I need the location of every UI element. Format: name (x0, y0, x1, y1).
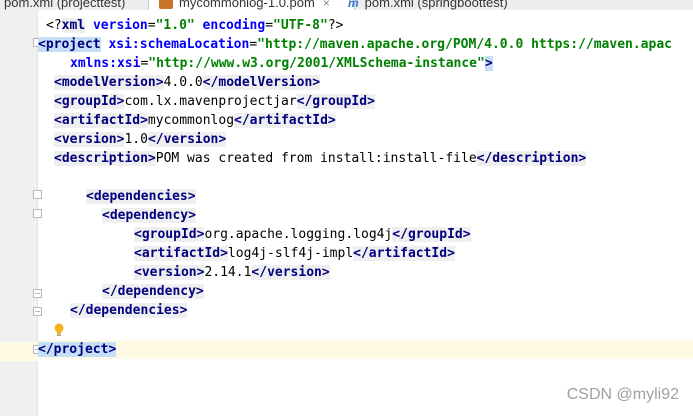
code-line-groupid: <groupId>com.lx.mavenprojectjar</groupId… (54, 94, 375, 109)
lightbulb-icon[interactable] (53, 323, 65, 337)
code-line-dep-groupid: <groupId>org.apache.logging.log4j</group… (134, 227, 471, 242)
code-editor[interactable]: <?xml version="1.0" encoding="UTF-8"?> <… (38, 10, 693, 416)
code-line-artifactid: <artifactId>mycommonlog</artifactId> (54, 113, 336, 128)
code-line-dependency-open: <dependency> (102, 208, 196, 223)
code-line-dep-artifactid: <artifactId>log4j-slf4j-impl</artifactId… (134, 246, 455, 261)
close-icon[interactable]: × (323, 0, 330, 10)
tab-pom-projecttest[interactable]: pom.xml (projecttest) (4, 0, 125, 10)
code-line-dependency-close: </dependency> (102, 284, 204, 299)
tab-label: pom.xml (projecttest) (4, 0, 126, 10)
xml-file-icon (159, 0, 173, 9)
editor-tab-bar: pom.xml (projecttest) mycommonlog-1.0.po… (0, 0, 693, 10)
tab-label: pom.xml (springboottest) (364, 0, 508, 10)
code-line-version: <version>1.0</version> (54, 132, 227, 147)
code-line-modelversion: <modelVersion>4.0.0</modelVersion> (54, 75, 321, 90)
code-line-dependencies-open: <dependencies> (86, 189, 196, 204)
tab-pom-springboottest[interactable]: m pom.xml (springboottest) (348, 0, 508, 10)
tab-mycommonlog-pom[interactable]: mycommonlog-1.0.pom × (149, 0, 354, 10)
code-line-1: <?xml version="1.0" encoding="UTF-8"?> (46, 18, 344, 33)
code-line-project-close: </project> (38, 340, 693, 359)
code-line-description: <description>POM was created from instal… (54, 151, 587, 166)
code-line-dep-version: <version>2.14.1</version> (134, 265, 330, 280)
maven-icon: m (348, 0, 359, 10)
code-line-2: <project xsi:schemaLocation="http://mave… (38, 37, 672, 52)
code-line-dependencies-close: </dependencies> (70, 303, 188, 318)
code-line-3: xmlns:xsi="http://www.w3.org/2001/XMLSch… (70, 56, 493, 71)
watermark: CSDN @myli92 (566, 386, 679, 403)
tab-label: mycommonlog-1.0.pom (179, 0, 315, 10)
